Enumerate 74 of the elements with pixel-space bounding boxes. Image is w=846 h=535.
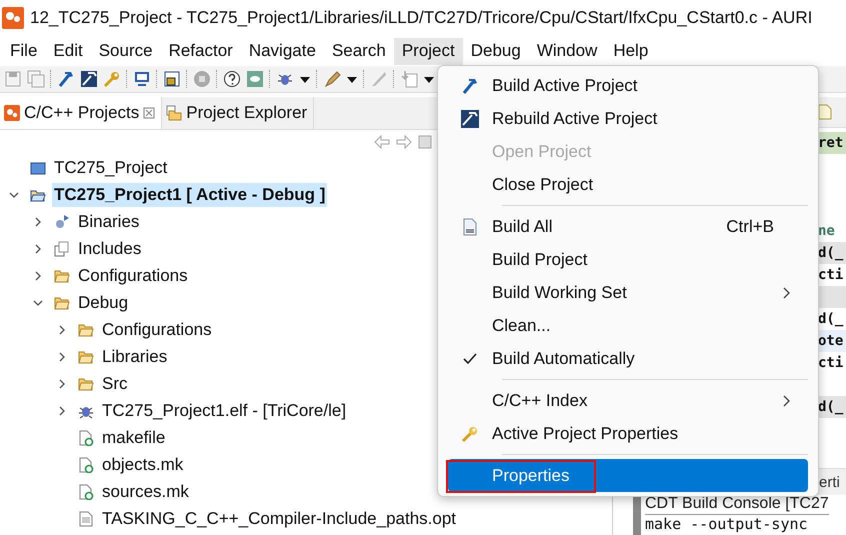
menu-item[interactable]: C/C++ Index [448,384,808,417]
includes-icon [54,240,70,256]
tree-item[interactable]: sources.mk [100,480,191,504]
menu-title[interactable]: Project [394,38,463,64]
menu-title[interactable]: Source [90,38,161,64]
tree-item[interactable]: TC275_Project1.elf - [TriCore/le] [100,398,348,422]
tree-item[interactable]: Src [100,372,130,396]
code-line: cti [818,355,844,371]
menu-item[interactable]: Properties [448,459,808,492]
tree-item[interactable]: TASKING_C_C++_Compiler-Include_paths.opt [100,506,458,530]
menu-item[interactable]: Rebuild Active Project [448,102,808,135]
tree-item[interactable]: TC275_Project [52,156,170,180]
folder-icon [78,322,94,338]
menu-item[interactable]: Build Project [448,243,808,276]
hammer-icon [461,76,479,94]
wrench-icon [461,424,479,442]
monitor-icon[interactable] [133,70,151,88]
folder-icon [166,105,182,121]
rebuild-icon[interactable] [80,70,98,88]
makefile-icon [78,484,94,500]
code-line: d(_ [818,245,844,261]
menu-title[interactable]: Debug [462,38,529,64]
menu-item[interactable]: Build All Ctrl+B [448,210,808,243]
view-tab[interactable]: Project Explorer [162,97,314,129]
view-tab[interactable]: C/C++ Projects [0,97,162,129]
console-line: make --output-sync [645,515,808,533]
folder-icon [54,268,70,284]
tree-item[interactable]: TC275_Project1 [ Active - Debug ] [52,182,328,206]
makefile-icon [78,430,94,446]
code-line: ote [818,333,844,349]
menu-title[interactable]: File [2,38,46,64]
menu-title[interactable]: Navigate [240,38,324,64]
code-line: ret [818,135,844,151]
code-line: cti [818,267,844,283]
tree-item[interactable]: Libraries [100,344,170,368]
tree-item[interactable]: objects.mk [100,452,186,476]
tree-item[interactable]: Debug [76,290,130,314]
tree-item[interactable]: Includes [76,236,144,260]
tree-item[interactable]: Configurations [76,264,190,288]
menu-title[interactable]: Search [324,38,394,64]
menu-item[interactable]: Close Project [448,168,808,201]
rebuild-icon [461,110,479,128]
menu-title[interactable]: Help [605,38,656,64]
menu-title[interactable]: Refactor [160,38,241,64]
chip-icon[interactable] [163,70,181,88]
tree-item[interactable]: makefile [100,426,168,450]
menu-item[interactable]: Build Automatically [448,342,808,375]
tree-item[interactable]: Binaries [76,210,142,234]
gears-icon [4,105,20,121]
binaries-icon [54,214,70,230]
code-line: ne [818,223,835,239]
folder-icon [54,294,70,310]
menu-item[interactable]: Build Active Project [448,69,808,102]
folder-icon [78,348,94,364]
tree-item[interactable]: Configurations [100,318,214,342]
menu-item[interactable]: Clean... [448,309,808,342]
text-file-icon [78,510,94,526]
binary-file-icon [463,218,477,236]
pen-icon[interactable] [323,70,341,88]
hammer-icon[interactable] [57,70,75,88]
menu-item[interactable]: Build Working Set [448,276,808,309]
menu-title[interactable]: Edit [45,38,91,64]
makefile-icon [78,456,94,472]
menu-title[interactable]: Window [528,38,606,64]
folder-icon [78,376,94,392]
code-line: d(_ [818,399,844,415]
code-line: d(_ [818,311,844,327]
window-title: 12_TC275_Project - TC275_Project1/Libraries/iLLD/TC27D/Tricore/Cpu/CStart/IfxCpu_CStart0.c - AURI [30,8,812,28]
project-icon [30,160,46,176]
help-icon[interactable] [223,70,241,88]
close-icon[interactable] [143,107,156,119]
view-tab[interactable]: erti [819,474,840,490]
chat-icon[interactable] [246,70,264,88]
menu-item[interactable]: Active Project Properties [448,417,808,450]
